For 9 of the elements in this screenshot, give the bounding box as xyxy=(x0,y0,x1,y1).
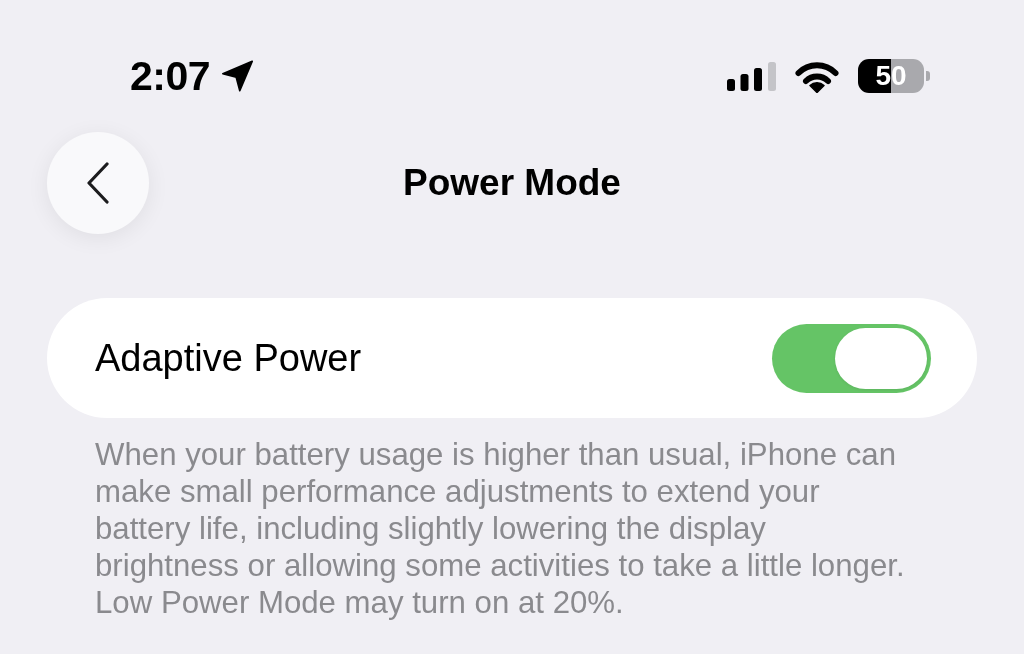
location-arrow-icon xyxy=(222,60,254,92)
battery-indicator: 50 xyxy=(858,59,930,93)
wifi-icon xyxy=(794,59,840,93)
setting-label: Adaptive Power xyxy=(95,336,362,380)
chevron-left-icon xyxy=(86,162,110,204)
status-time: 2:07 xyxy=(130,55,211,97)
cellular-signal-icon xyxy=(727,61,776,91)
footer-note: When your battery usage is higher than usual, iPhone can make small performance adjustments to extend your battery life, including slightly lowering the display brightness or allowing some activities to take a little longer. Low Power Mode may turn on at 20%. xyxy=(95,436,906,621)
page-title: Power Mode xyxy=(403,162,621,204)
